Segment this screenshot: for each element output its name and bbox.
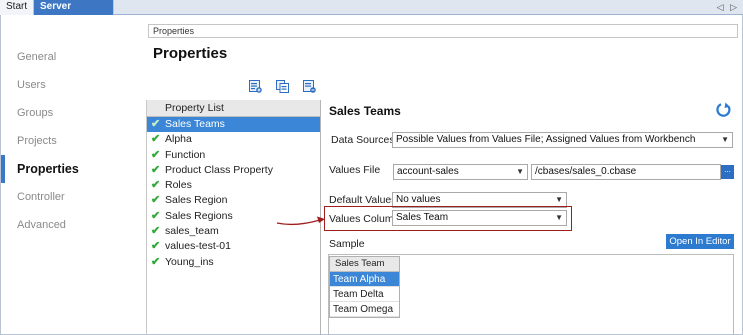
list-item-label: sales_team — [165, 225, 219, 238]
table-row[interactable]: Team Delta — [330, 287, 399, 302]
breadcrumb: Properties — [148, 24, 738, 38]
nav-item-label: Groups — [17, 107, 54, 119]
check-icon: ✔ — [151, 118, 161, 130]
data-sources-label: Data Sources — [331, 134, 395, 146]
dropdown-arrow-icon: ▼ — [555, 213, 563, 222]
nav-item-users[interactable]: Users — [1, 71, 146, 99]
list-item[interactable]: ✔ Young_ins — [147, 255, 320, 270]
list-item-label: Sales Teams — [165, 118, 225, 130]
check-icon: ✔ — [151, 209, 161, 222]
check-icon: ✔ — [151, 163, 161, 176]
list-item[interactable]: ✔ Alpha — [147, 132, 320, 147]
delete-property-icon[interactable] — [303, 80, 316, 93]
values-file-label: Values File — [329, 164, 381, 176]
values-column-label: Values Column — [329, 213, 400, 225]
sample-table-header: Sales Team — [330, 257, 399, 272]
list-item[interactable]: ✔ values-test-01 — [147, 239, 320, 254]
default-values-value: No values — [396, 194, 441, 205]
page-title: Properties — [153, 45, 228, 62]
check-icon: ✔ — [151, 255, 161, 268]
check-icon: ✔ — [151, 240, 161, 253]
add-property-icon[interactable] — [249, 80, 262, 93]
check-icon: ✔ — [151, 133, 161, 146]
browse-button[interactable]: ... — [721, 165, 734, 179]
nav-item-label: Properties — [17, 162, 79, 176]
nav-item-label: Users — [17, 79, 46, 91]
list-item-label: Sales Regions — [165, 209, 233, 222]
nav-item-label: Advanced — [17, 219, 66, 231]
list-item[interactable]: ✔ Sales Teams — [147, 117, 320, 133]
values-file-path-input[interactable]: /cbases/sales_0.cbase — [531, 164, 721, 180]
list-item[interactable]: ✔ Roles — [147, 178, 320, 193]
table-row[interactable]: Team Alpha — [330, 272, 399, 287]
list-item-label: Alpha — [165, 133, 192, 146]
list-item-label: Product Class Property — [165, 163, 273, 176]
nav-item-label: General — [17, 51, 57, 63]
annotation-arrow-icon — [276, 216, 325, 226]
property-list-header: Property List — [147, 100, 320, 117]
nav-item-advanced[interactable]: Advanced — [1, 211, 146, 239]
sample-table: Sales Team Team Alpha Team Delta Team Om… — [329, 256, 400, 318]
sample-label: Sample — [329, 238, 365, 250]
list-item-label: Young_ins — [165, 255, 214, 268]
list-item-label: Sales Region — [165, 194, 228, 207]
dropdown-arrow-icon: ▼ — [555, 195, 563, 204]
list-item[interactable]: ✔ Product Class Property — [147, 163, 320, 178]
nav-item-controller[interactable]: Controller — [1, 183, 146, 211]
list-item-label: Roles — [165, 179, 192, 192]
tab-server-settings[interactable]: Server Settings ✕ — [34, 0, 114, 26]
nav-item-label: Controller — [17, 191, 65, 203]
nav-item-label: Projects — [17, 135, 57, 147]
check-icon: ✔ — [151, 179, 161, 192]
data-sources-value: Possible Values from Values File; Assign… — [396, 134, 696, 145]
nav-item-projects[interactable]: Projects — [1, 127, 146, 155]
data-sources-select[interactable]: Possible Values from Values File; Assign… — [392, 132, 733, 148]
values-column-value: Sales Team — [396, 212, 449, 223]
tab-start[interactable]: Start — [0, 0, 34, 15]
open-in-editor-button[interactable]: Open In Editor — [666, 234, 734, 249]
list-item-label: values-test-01 — [165, 240, 231, 253]
dropdown-arrow-icon: ▼ — [516, 167, 524, 176]
tab-start-label: Start — [6, 1, 28, 12]
check-icon: ✔ — [151, 225, 161, 238]
nav-item-groups[interactable]: Groups — [1, 99, 146, 127]
tab-scroll-arrows[interactable]: ◁ ▷ — [717, 0, 739, 14]
values-file-select[interactable]: account-sales ▼ — [393, 164, 528, 180]
tab-bar: Start Server Settings ✕ ◁ ▷ — [0, 0, 743, 26]
check-icon: ✔ — [151, 148, 161, 161]
refresh-icon[interactable] — [715, 101, 733, 119]
list-item[interactable]: ✔ Sales Region — [147, 193, 320, 208]
list-item-label: Function — [165, 148, 206, 161]
default-values-label: Default Values — [329, 194, 397, 206]
settings-nav: General Users Groups Projects Properties… — [1, 15, 146, 334]
values-column-select[interactable]: Sales Team ▼ — [392, 210, 567, 226]
detail-title: Sales Teams — [329, 104, 401, 118]
dropdown-arrow-icon: ▼ — [721, 135, 729, 144]
table-row[interactable]: Team Omega — [330, 302, 399, 317]
nav-item-general[interactable]: General — [1, 43, 146, 71]
values-file-select-value: account-sales — [397, 166, 459, 177]
nav-item-properties[interactable]: Properties — [1, 155, 146, 183]
check-icon: ✔ — [151, 194, 161, 207]
copy-property-icon[interactable] — [276, 80, 289, 93]
list-item[interactable]: ✔ Function — [147, 148, 320, 163]
